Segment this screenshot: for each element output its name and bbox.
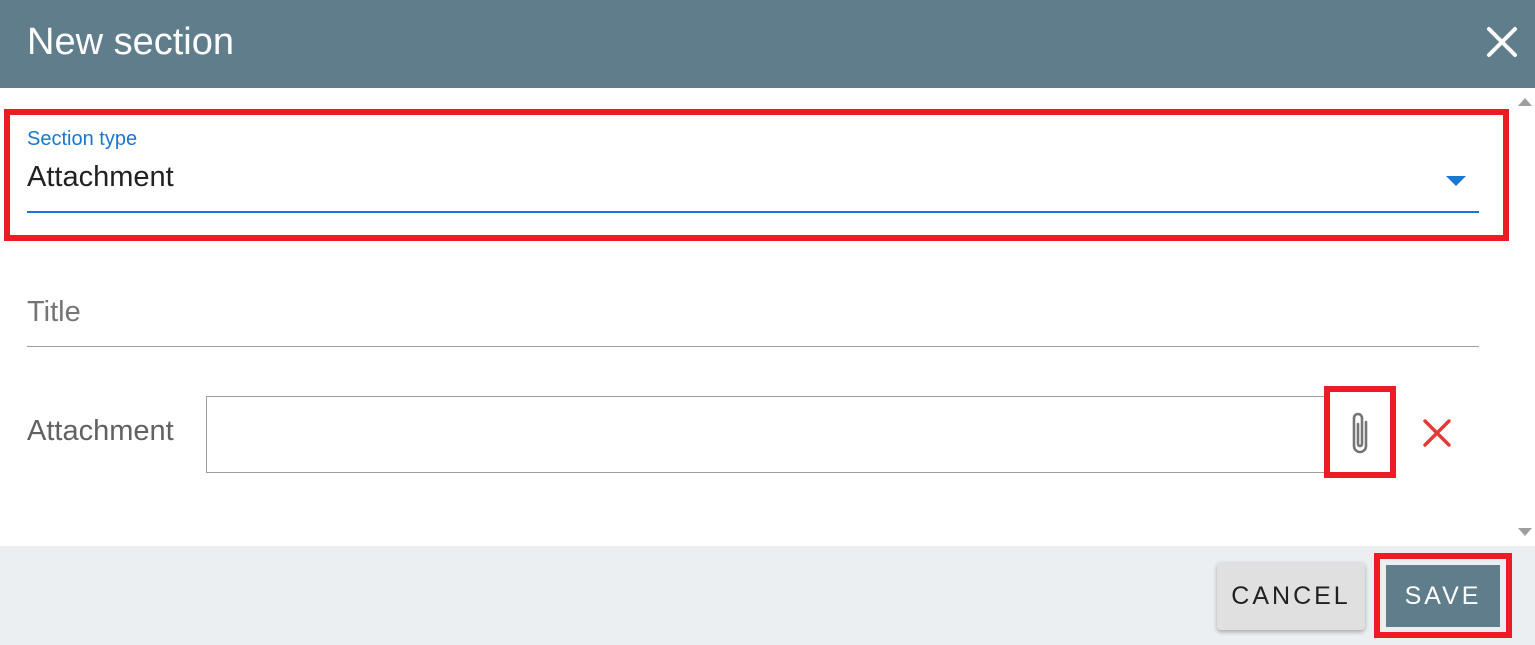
attach-file-button[interactable] — [1340, 404, 1380, 460]
remove-icon — [1423, 419, 1451, 447]
dropdown-arrow-icon[interactable] — [1446, 176, 1466, 186]
scroll-down-arrow-icon[interactable] — [1518, 528, 1532, 536]
save-button[interactable]: SAVE — [1386, 565, 1500, 627]
dialog-header: New section — [0, 0, 1535, 88]
dialog-title: New section — [27, 21, 234, 63]
section-type-value[interactable]: Attachment — [27, 161, 174, 194]
close-button[interactable] — [1480, 20, 1524, 64]
section-type-label: Section type — [27, 128, 138, 150]
title-underline — [27, 346, 1479, 347]
attachment-label: Attachment — [27, 415, 174, 447]
section-type-select[interactable] — [27, 120, 1479, 214]
close-icon — [1487, 27, 1517, 57]
vertical-scrollbar[interactable] — [1512, 88, 1535, 546]
title-input[interactable] — [27, 290, 1483, 348]
attachment-field[interactable] — [206, 396, 1330, 473]
paperclip-icon — [1352, 412, 1368, 454]
scroll-up-arrow-icon[interactable] — [1518, 98, 1532, 106]
cancel-button[interactable]: CANCEL — [1217, 562, 1365, 630]
section-type-underline — [27, 211, 1479, 213]
remove-attachment-button[interactable] — [1420, 416, 1454, 450]
